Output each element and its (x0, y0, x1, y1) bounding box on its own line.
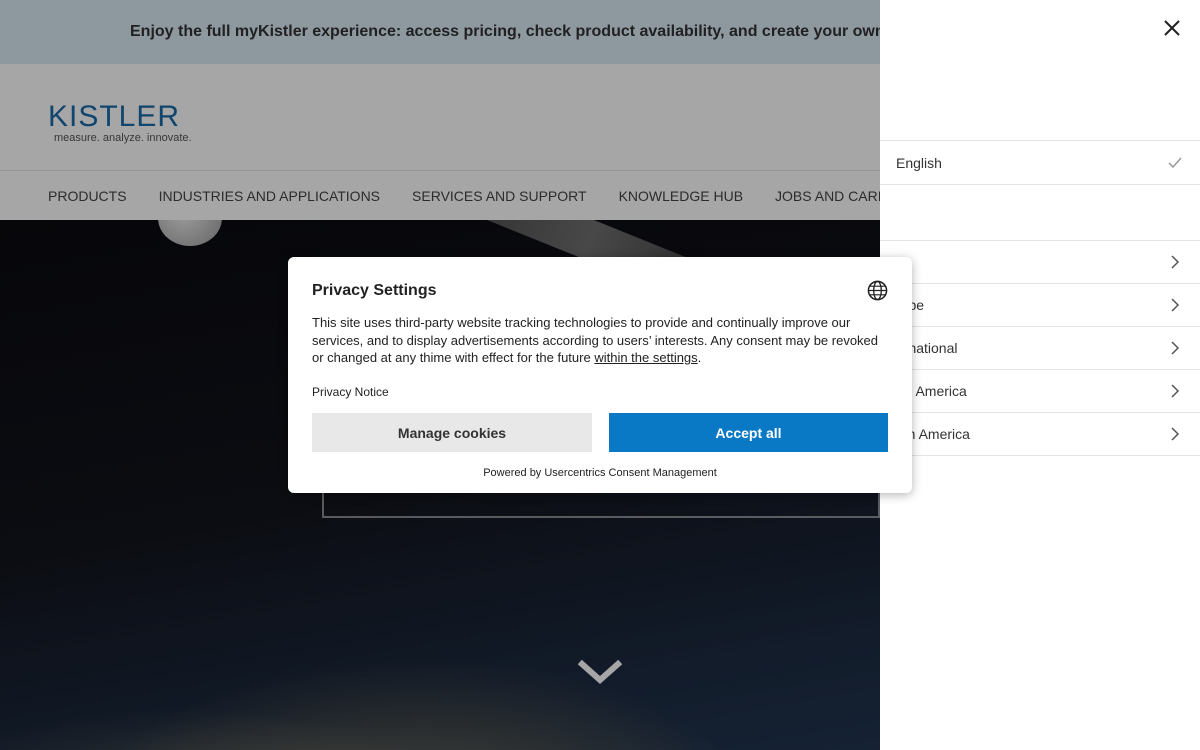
close-icon[interactable] (1162, 18, 1182, 38)
region-item-international[interactable]: ernational (880, 326, 1200, 369)
region-item-asia[interactable]: ia (880, 240, 1200, 283)
dialog-body: This site uses third-party website track… (312, 314, 882, 367)
settings-link[interactable]: within the settings (594, 350, 697, 365)
language-option-selected[interactable]: English (880, 140, 1200, 185)
dialog-title: Privacy Settings (312, 282, 437, 299)
privacy-notice-link[interactable]: Privacy Notice (312, 385, 389, 399)
globe-icon[interactable] (867, 280, 888, 301)
region-item-europe[interactable]: rope (880, 283, 1200, 326)
dialog-body-end: . (697, 350, 702, 365)
check-icon (1168, 157, 1182, 168)
region-list: ia rope ernational rth America uth Ameri… (880, 240, 1200, 456)
chevron-right-icon (1171, 384, 1180, 398)
language-label: English (896, 154, 942, 171)
chevron-right-icon (1171, 298, 1180, 312)
region-item-north-america[interactable]: rth America (880, 369, 1200, 412)
powered-by-text: Powered by Usercentrics Consent Manageme… (483, 467, 717, 479)
chevron-right-icon (1171, 427, 1180, 441)
chevron-right-icon (1171, 255, 1180, 269)
chevron-right-icon (1171, 341, 1180, 355)
region-item-south-america[interactable]: uth America (880, 412, 1200, 456)
language-panel: English ia rope ernational rth America u… (880, 0, 1200, 750)
accept-all-button[interactable]: Accept all (609, 413, 888, 452)
manage-cookies-button[interactable]: Manage cookies (312, 413, 592, 452)
privacy-settings-dialog: Privacy Settings This site uses third-pa… (288, 257, 912, 493)
